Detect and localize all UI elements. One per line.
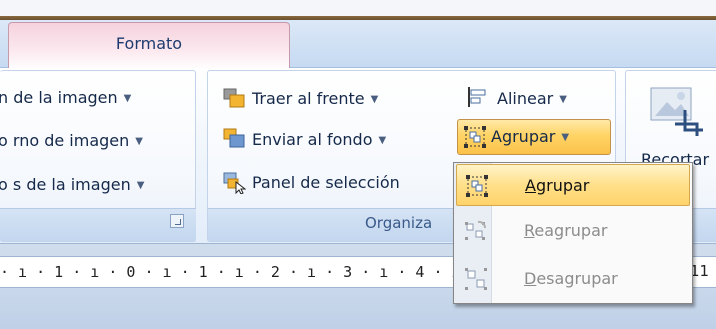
picture-border-label: rno de imagen xyxy=(12,131,130,150)
group-icon xyxy=(464,126,486,148)
picture-border-button[interactable]: o rno de imagen ▼ xyxy=(0,126,143,156)
picture-effects-button[interactable]: o s de la imagen ▼ xyxy=(0,170,144,200)
menu-item-reagrupar[interactable]: Reagrupar xyxy=(456,210,690,252)
group-icon xyxy=(466,175,488,197)
picture-shape-prefix: n xyxy=(0,88,9,107)
chevron-down-icon: ▼ xyxy=(370,94,379,105)
crop-icon[interactable] xyxy=(645,82,705,136)
picture-effects-prefix: o xyxy=(0,175,8,194)
menu-item-desagrupar[interactable]: Desagrupar xyxy=(456,258,690,300)
selection-pane-icon xyxy=(223,172,246,194)
picture-border-prefix: o xyxy=(0,131,8,150)
picture-styles-group-footer xyxy=(0,208,196,241)
group-button-label: Agrupar xyxy=(491,127,556,146)
chevron-down-icon: ▼ xyxy=(135,136,143,147)
ungroup-icon xyxy=(465,268,487,290)
chevron-down-icon: ▼ xyxy=(559,94,567,105)
chevron-down-icon: ▼ xyxy=(561,132,570,143)
chevron-down-icon: ▼ xyxy=(136,180,145,191)
menu-item-label: Reagrupar xyxy=(524,221,608,240)
picture-effects-label: s de la imagen xyxy=(12,175,131,194)
regroup-icon xyxy=(465,220,487,240)
window-top-area xyxy=(0,0,716,16)
bring-to-front-icon xyxy=(223,88,245,108)
align-label: Alinear xyxy=(497,89,554,108)
bring-to-front-label: Traer al frente xyxy=(252,89,365,108)
arrange-group-label: Organiza xyxy=(365,214,433,232)
chevron-down-icon: ▼ xyxy=(123,93,132,104)
align-icon xyxy=(468,87,486,107)
selection-pane-button[interactable]: Panel de selección xyxy=(252,168,400,198)
menu-item-label: Desagrupar xyxy=(524,269,618,288)
bring-to-front-button[interactable]: Traer al frente ▼ xyxy=(252,84,378,114)
group-button[interactable]: Agrupar ▼ xyxy=(491,122,569,152)
picture-shape-button[interactable]: n de la imagen ▼ xyxy=(0,83,131,113)
align-button[interactable]: Alinear ▼ xyxy=(497,84,567,114)
menu-item-label: Agrupar xyxy=(525,176,590,195)
tab-formato[interactable]: Formato xyxy=(8,22,290,70)
picture-shape-label: de la imagen xyxy=(13,88,118,107)
dialog-launcher-icon[interactable] xyxy=(170,214,184,228)
menu-item-agrupar[interactable]: Agrupar xyxy=(456,164,690,206)
chevron-down-icon: ▼ xyxy=(378,135,387,146)
send-to-back-button[interactable]: Enviar al fondo ▼ xyxy=(252,125,386,155)
send-to-back-label: Enviar al fondo xyxy=(252,130,373,149)
send-to-back-icon xyxy=(223,128,245,148)
